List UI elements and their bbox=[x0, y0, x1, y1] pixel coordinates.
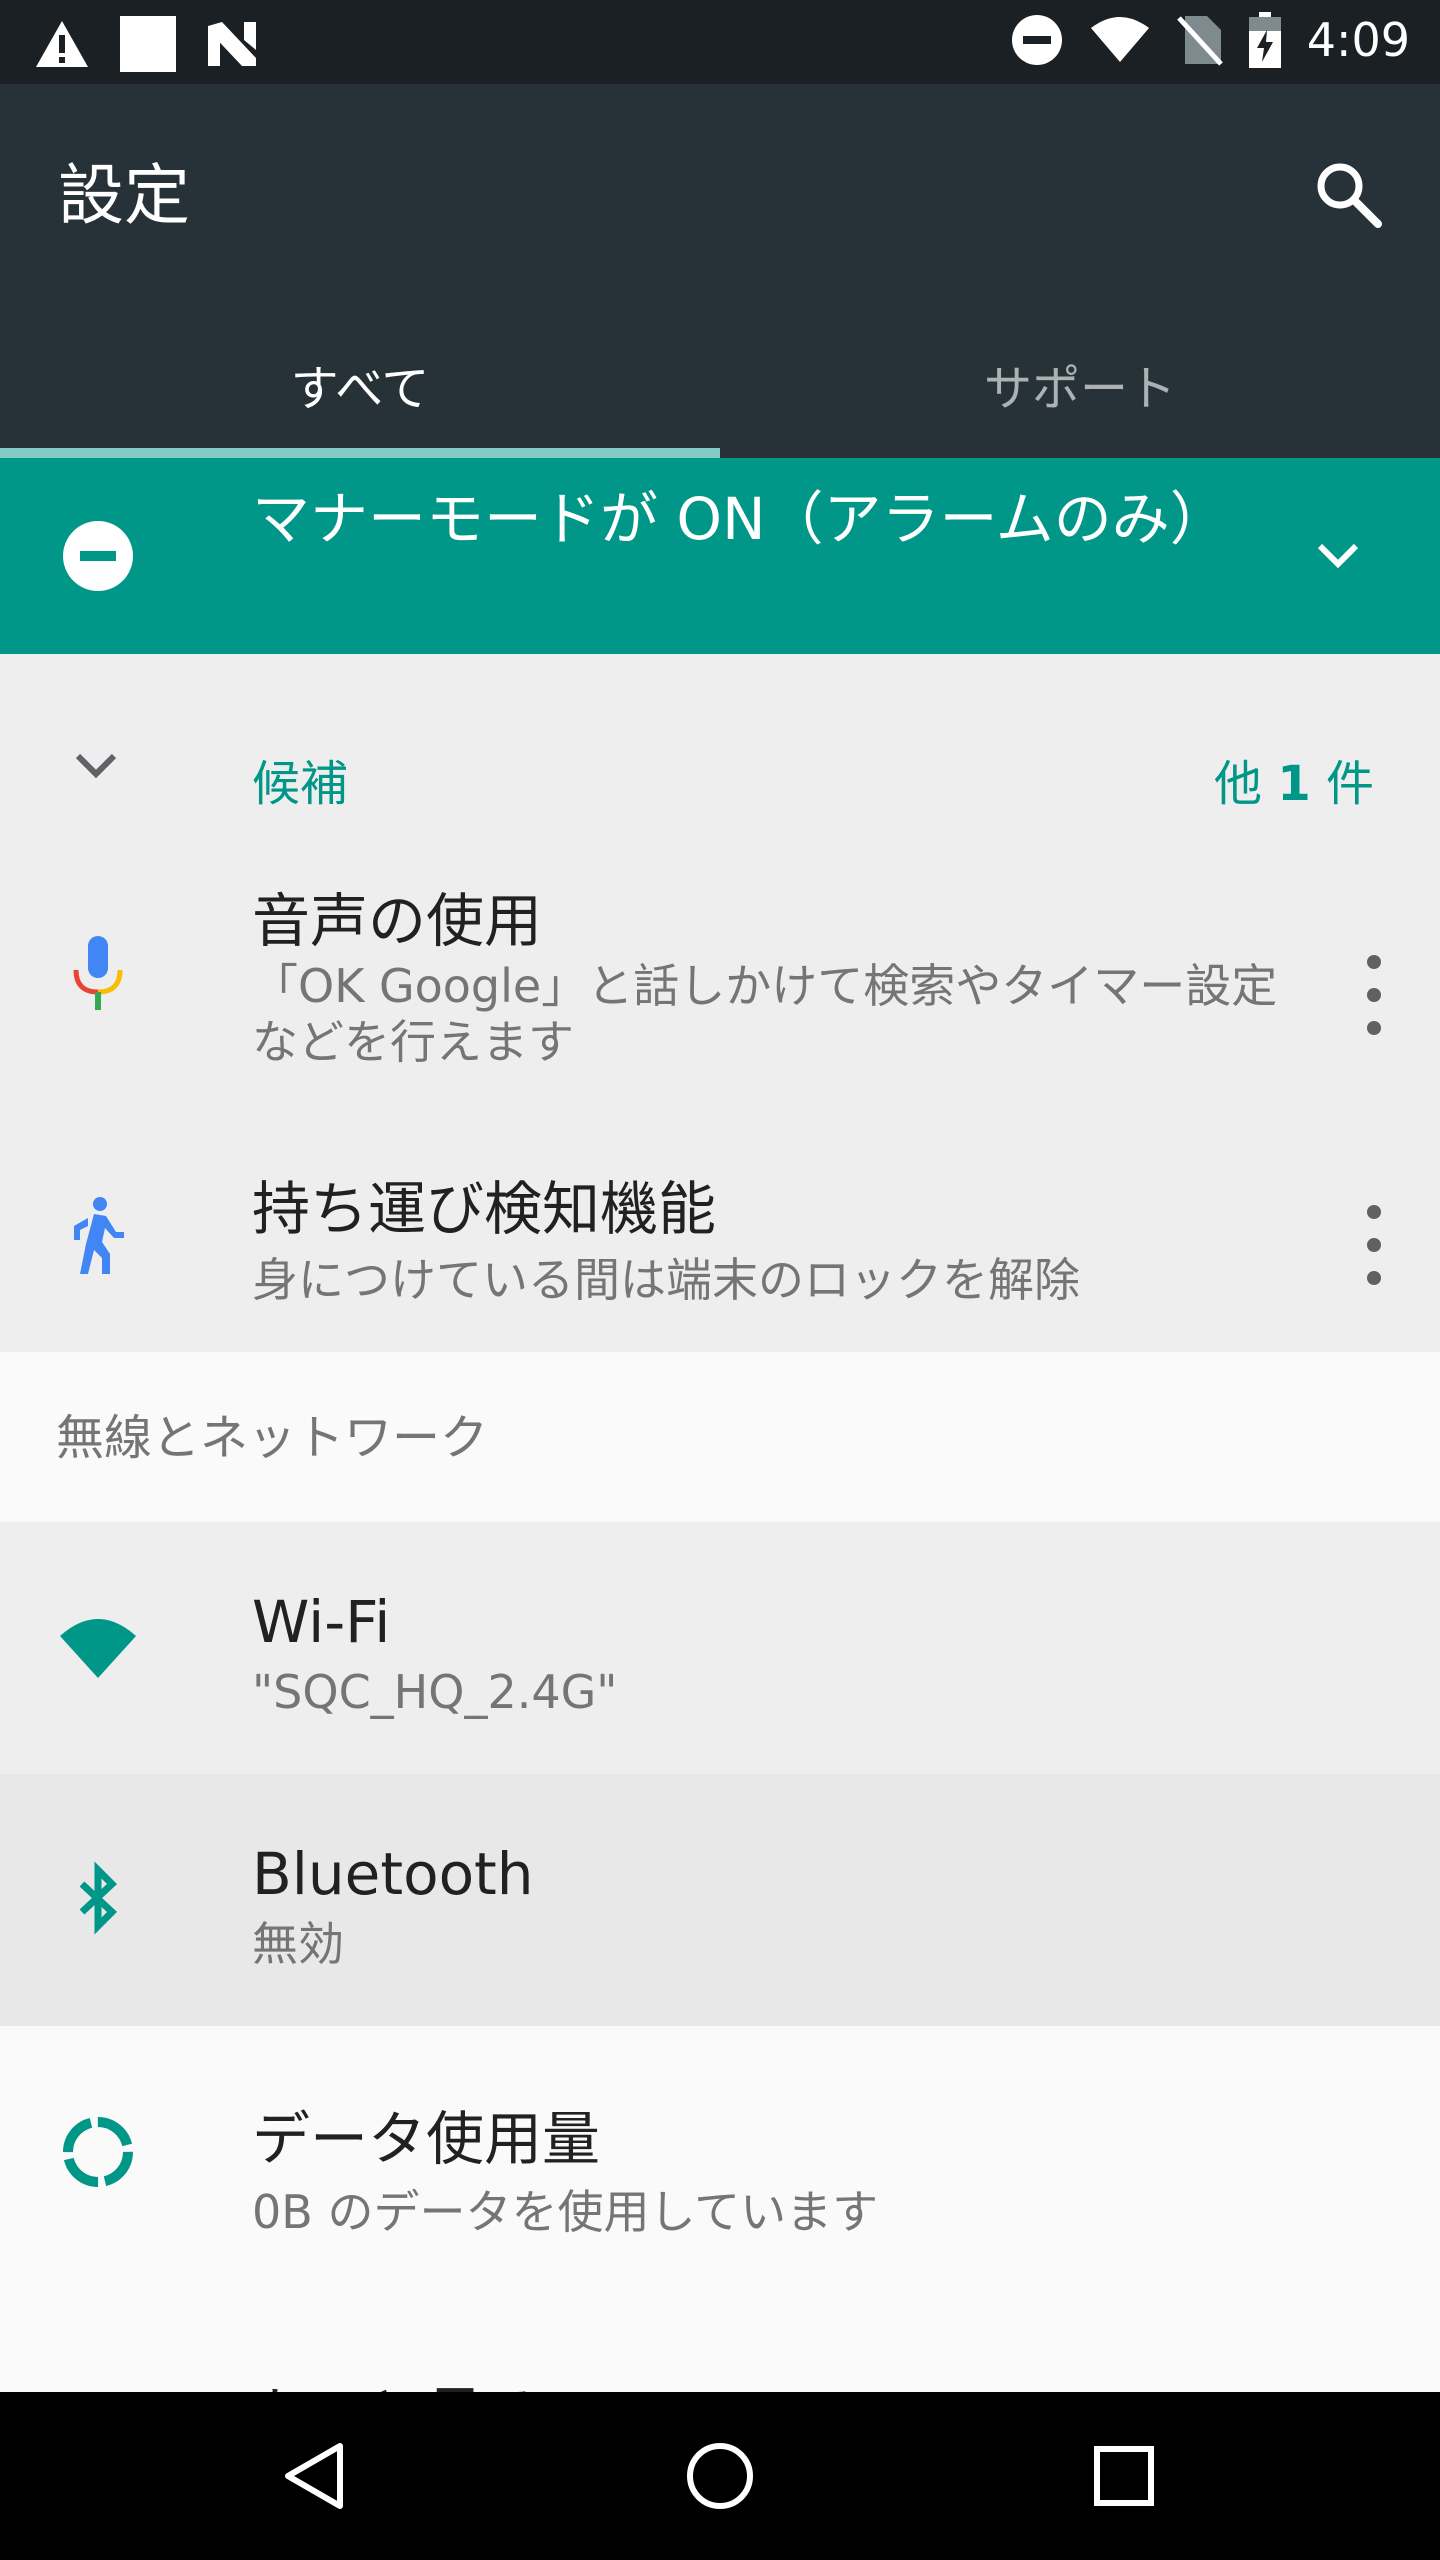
more-options-icon[interactable] bbox=[1354, 950, 1394, 1040]
suggestion-subtitle: 「OK Google」と話しかけて検索やタイマー設定などを行えます bbox=[252, 959, 1278, 1069]
home-button[interactable] bbox=[670, 2426, 770, 2526]
square-icon bbox=[120, 16, 176, 72]
do-not-disturb-icon bbox=[63, 521, 133, 591]
tab-bar: すべて サポート bbox=[0, 310, 1440, 458]
recents-button[interactable] bbox=[1074, 2426, 1174, 2526]
search-button[interactable] bbox=[1298, 144, 1398, 244]
suggestion-item-text: 持ち運び検知機能 身につけている間は端末のロックを解除 bbox=[252, 1162, 1282, 1308]
walking-person-icon bbox=[74, 1197, 124, 1274]
settings-item-bluetooth[interactable]: Bluetooth 無効 bbox=[0, 1774, 1440, 2026]
settings-item-text: データ使用量 0B のデータを使用しています bbox=[252, 2092, 1282, 2240]
page-title: 設定 bbox=[58, 157, 190, 234]
status-bar: 4:09 bbox=[0, 0, 1440, 84]
data-usage-icon bbox=[63, 2117, 133, 2187]
more-count: 1 bbox=[1277, 756, 1311, 812]
settings-item-subtitle: 無効 bbox=[252, 1917, 344, 1971]
tab-indicator bbox=[0, 448, 720, 458]
settings-item-data-usage[interactable]: データ使用量 0B のデータを使用しています bbox=[0, 2026, 1440, 2278]
status-time: 4:09 bbox=[1306, 13, 1410, 67]
suggestion-item-voice[interactable]: 音声の使用 「OK Google」と話しかけて検索やタイマー設定などを行えます bbox=[0, 874, 1440, 1114]
section-title: 無線とネットワーク bbox=[56, 1410, 489, 1466]
settings-item-subtitle: 0B のデータを使用しています bbox=[252, 2185, 879, 2239]
settings-item-subtitle: "SQC_HQ_2.4G" bbox=[252, 1665, 618, 1719]
chevron-down-icon bbox=[75, 753, 117, 779]
tab-all-label: すべて bbox=[290, 361, 430, 417]
back-icon bbox=[285, 2443, 343, 2509]
settings-item-text: Wi-Fi "SQC_HQ_2.4G" bbox=[252, 1588, 1282, 1720]
wifi-icon bbox=[60, 1619, 136, 1678]
status-bar-left bbox=[34, 16, 258, 72]
bluetooth-icon bbox=[79, 1861, 118, 1935]
suggestions-card: 候補 他 1 件 音声の使用 「OK Google」と話しかけて検索やタイマー設… bbox=[0, 654, 1440, 1352]
no-sim-icon bbox=[1176, 16, 1223, 66]
dnd-banner-text: マナーモードが ON（アラームのみ） bbox=[252, 485, 1228, 553]
settings-item-title: Bluetooth bbox=[252, 1840, 534, 1908]
tab-support-label: サポート bbox=[983, 361, 1176, 417]
suggestion-item-text: 音声の使用 「OK Google」と話しかけて検索やタイマー設定などを行えます bbox=[252, 874, 1282, 1070]
suggestion-title: 持ち運び検知機能 bbox=[252, 1175, 717, 1243]
suggestions-title: 候補 bbox=[252, 756, 349, 812]
app-bar: 設定 すべて サポート bbox=[0, 84, 1440, 458]
microphone-icon bbox=[73, 936, 123, 1010]
section-header-wireless: 無線とネットワーク bbox=[0, 1352, 1440, 1522]
settings-item-text: Bluetooth 無効 bbox=[252, 1840, 1282, 1972]
back-button[interactable] bbox=[266, 2426, 366, 2526]
navigation-bar bbox=[0, 2392, 1440, 2560]
status-bar-right: 4:09 bbox=[1011, 12, 1410, 68]
chevron-down-icon[interactable] bbox=[1306, 524, 1370, 588]
suggestions-more-count: 他 1 件 bbox=[1214, 744, 1374, 814]
suggestion-title: 音声の使用 bbox=[252, 887, 543, 955]
recents-icon bbox=[1094, 2446, 1154, 2506]
more-prefix: 他 bbox=[1214, 756, 1263, 812]
more-suffix: 件 bbox=[1325, 756, 1374, 812]
warning-icon bbox=[36, 21, 88, 67]
suggestions-header[interactable]: 候補 他 1 件 bbox=[0, 706, 1440, 826]
tab-all[interactable]: すべて bbox=[0, 310, 720, 458]
home-icon bbox=[687, 2443, 753, 2509]
suggestion-subtitle: 身につけている間は端末のロックを解除 bbox=[252, 1253, 1080, 1307]
wifi-icon bbox=[1090, 17, 1149, 62]
search-icon bbox=[1317, 163, 1382, 228]
dnd-banner[interactable]: マナーモードが ON（アラームのみ） bbox=[0, 458, 1440, 654]
more-options-icon[interactable] bbox=[1354, 1200, 1394, 1290]
settings-item-wifi[interactable]: Wi-Fi "SQC_HQ_2.4G" bbox=[0, 1522, 1440, 1774]
settings-item-title: データ使用量 bbox=[252, 2105, 601, 2173]
battery-charging-icon bbox=[1248, 12, 1281, 68]
do-not-disturb-icon bbox=[1011, 15, 1062, 65]
suggestion-item-on-body[interactable]: 持ち運び検知機能 身につけている間は端末のロックを解除 bbox=[0, 1154, 1440, 1334]
settings-item-title: Wi-Fi bbox=[252, 1588, 391, 1656]
tab-support[interactable]: サポート bbox=[720, 310, 1440, 458]
n-logo-icon bbox=[208, 22, 256, 66]
